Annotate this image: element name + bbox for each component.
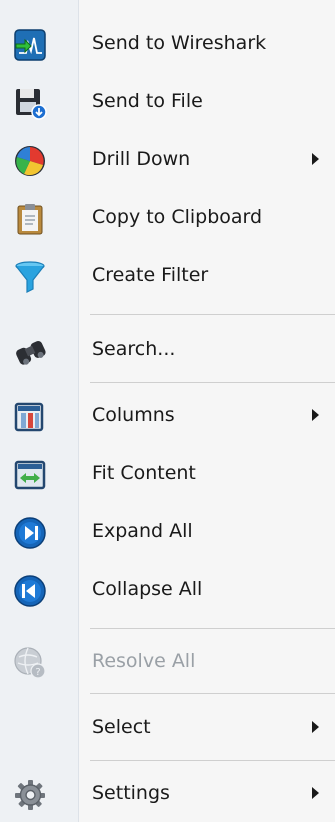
menu-item-search[interactable]: Search... [0, 322, 335, 380]
menu-item-send-to-file[interactable]: Send to File [0, 74, 335, 132]
binoculars-icon [12, 333, 48, 369]
clipboard-icon [12, 201, 48, 237]
menu-item-label: Resolve All [92, 650, 196, 672]
wireshark-icon [12, 27, 48, 63]
collapse-all-icon [12, 573, 48, 609]
menu-item-send-to-wireshark[interactable]: Send to Wireshark [0, 16, 335, 74]
menu-item-expand-all[interactable]: Expand All [0, 504, 335, 562]
menu-item-label: Search... [92, 338, 176, 360]
funnel-icon [12, 259, 48, 295]
menu-separator [90, 760, 335, 761]
save-file-icon [12, 85, 48, 121]
submenu-arrow-icon [312, 153, 319, 165]
menu-item-resolve-all: ? Resolve All [0, 634, 335, 692]
menu-item-label: Send to File [92, 90, 203, 112]
submenu-arrow-icon [312, 721, 319, 733]
svg-text:?: ? [35, 667, 40, 678]
menu-item-settings[interactable]: Settings [0, 766, 335, 824]
menu-separator [90, 693, 335, 694]
menu-item-label: Create Filter [92, 264, 209, 286]
menu-item-drill-down[interactable]: Drill Down [0, 132, 335, 190]
menu-item-columns[interactable]: Columns [0, 388, 335, 446]
menu-item-label: Drill Down [92, 148, 191, 170]
menu-item-label: Settings [92, 782, 170, 804]
menu-item-collapse-all[interactable]: Collapse All [0, 562, 335, 620]
menu-item-label: Expand All [92, 520, 193, 542]
submenu-arrow-icon [312, 409, 319, 421]
menu-item-create-filter[interactable]: Create Filter [0, 248, 335, 306]
menu-item-label: Select [92, 716, 151, 738]
menu-item-label: Fit Content [92, 462, 196, 484]
menu-item-label: Copy to Clipboard [92, 206, 263, 228]
fit-content-icon [12, 457, 48, 493]
menu-separator [90, 314, 335, 315]
menu-item-label: Send to Wireshark [92, 32, 267, 54]
pie-chart-icon [12, 143, 48, 179]
menu-item-fit-content[interactable]: Fit Content [0, 446, 335, 504]
submenu-arrow-icon [312, 787, 319, 799]
menu-separator [90, 382, 335, 383]
columns-icon [12, 399, 48, 435]
resolve-icon: ? [12, 645, 48, 681]
menu-item-label: Collapse All [92, 578, 203, 600]
menu-item-label: Columns [92, 404, 175, 426]
menu-item-select[interactable]: Select [0, 700, 335, 758]
menu-separator [90, 628, 335, 629]
gear-icon [12, 777, 48, 813]
context-menu: Send to Wireshark Send to File Drill Dow… [0, 0, 335, 822]
expand-all-icon [12, 515, 48, 551]
menu-item-copy-to-clipboard[interactable]: Copy to Clipboard [0, 190, 335, 248]
